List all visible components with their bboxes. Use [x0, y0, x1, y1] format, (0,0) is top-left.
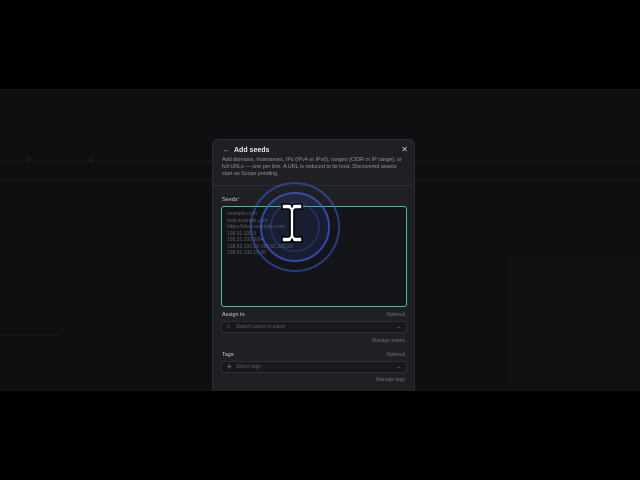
chevron-down-icon: ⌄ [395, 324, 401, 330]
required-mark: * [237, 197, 240, 203]
dialog-header: ← Add seeds ✕ Add domains, hostnames, IP… [213, 140, 414, 186]
tags-label: Tags [222, 352, 234, 358]
tags-placeholder: Select tags [236, 364, 261, 370]
assign-to-select[interactable]: ⌕ Search users or users ⌄ [221, 321, 407, 333]
assign-optional-label: Optional [386, 312, 405, 318]
manage-teams-link[interactable]: Manage teams [372, 338, 405, 345]
seeds-label: Seeds* [222, 197, 240, 204]
search-icon: ⌕ [227, 324, 231, 330]
close-icon[interactable]: ✕ [401, 145, 408, 155]
tags-optional-label: Optional [386, 352, 405, 358]
dialog-description: Add domains, hostnames, IPs (IPv4 or IPv… [222, 157, 402, 177]
assign-to-placeholder: Search users or users [236, 324, 285, 330]
back-arrow-icon[interactable]: ← [223, 146, 230, 155]
tags-select[interactable]: ◈ Select tags ⌄ [221, 361, 407, 373]
tag-icon: ◈ [227, 364, 232, 370]
app-background: ← Add seeds ✕ Add domains, hostnames, IP… [0, 89, 640, 391]
manage-tags-link[interactable]: Manage tags [376, 377, 405, 384]
seeds-label-text: Seeds [222, 197, 238, 203]
add-seeds-dialog: ← Add seeds ✕ Add domains, hostnames, IP… [212, 139, 415, 391]
dialog-title: Add seeds [234, 147, 270, 154]
seeds-textarea[interactable] [222, 207, 406, 306]
assign-to-label: Assign to [222, 312, 245, 318]
seeds-textarea-wrapper [221, 206, 407, 307]
chevron-down-icon: ⌄ [395, 364, 401, 370]
video-frame: ← Add seeds ✕ Add domains, hostnames, IP… [0, 0, 640, 480]
